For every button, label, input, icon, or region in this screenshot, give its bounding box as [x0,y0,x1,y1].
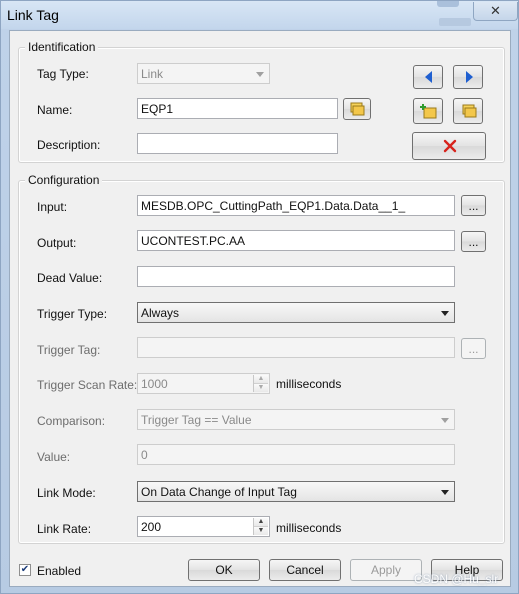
chevron-down-icon [441,418,449,423]
trigger-scan-rate-label: Trigger Scan Rate: [37,378,138,392]
value-input: 0 [137,444,455,465]
trigger-type-dropdown[interactable]: Always [137,302,455,323]
apply-button: Apply [350,559,422,581]
input-label: Input: [37,200,68,214]
trigger-scan-rate-value: 1000 [141,377,168,391]
link-rate-unit: milliseconds [276,521,342,535]
link-tag-window: Link Tag ✕ Identification Tag Type: Link… [0,0,519,594]
enabled-checkbox[interactable]: ✔ [19,564,31,576]
check-icon: ✔ [20,564,30,575]
background-window-edge [437,1,459,7]
name-browse-button[interactable] [343,98,371,120]
input-browse-button[interactable]: ... [461,195,486,216]
output-tag-value: UCONTEST.PC.AA [141,234,246,248]
new-tag-button[interactable] [413,98,443,124]
tag-type-dropdown: Link [137,63,270,84]
tag-type-value: Link [141,67,164,81]
comparison-dropdown: Trigger Tag == Value [137,409,455,430]
comparison-value: Trigger Tag == Value [141,413,252,427]
spinner-up-icon: ▲ [254,375,268,384]
link-rate-value: 200 [141,520,162,534]
input-tag-value: MESDB.OPC_CuttingPath_EQP1.Data.Data__1_ [141,199,406,213]
link-mode-label: Link Mode: [37,486,96,500]
link-rate-spinner[interactable]: 200 ▲ ▼ [137,516,270,537]
value-label: Value: [37,450,71,464]
name-input[interactable]: EQP1 [137,98,338,119]
spinner-down-icon[interactable]: ▼ [254,527,268,535]
description-input[interactable] [137,133,338,154]
tag-type-label: Tag Type: [37,67,89,81]
trigger-type-value: Always [141,306,180,320]
ellipsis-icon: ... [468,341,479,356]
background-window-edge [439,18,471,26]
next-tag-button[interactable] [453,65,483,89]
title-bar[interactable]: Link Tag ✕ [1,1,518,29]
link-mode-dropdown[interactable]: On Data Change of Input Tag [137,481,455,502]
dead-value-label: Dead Value: [37,271,103,285]
arrow-right-icon [466,71,473,83]
enabled-label[interactable]: Enabled [37,564,81,578]
chevron-down-icon [256,72,264,77]
comparison-label: Comparison: [37,414,106,428]
spinner-buttons: ▲ ▼ [253,375,268,392]
arrow-left-icon [425,71,432,83]
spinner-down-icon: ▼ [254,384,268,392]
ok-button-label: OK [215,563,233,577]
output-browse-button[interactable]: ... [461,231,486,252]
ellipsis-icon: ... [468,234,479,249]
chevron-down-icon [441,311,449,316]
link-mode-value: On Data Change of Input Tag [141,485,297,499]
close-button[interactable]: ✕ [473,2,518,21]
ok-button[interactable]: OK [188,559,260,581]
description-label: Description: [37,138,101,152]
trigger-scan-rate-spinner: 1000 ▲ ▼ [137,373,270,394]
dead-value-input[interactable] [137,266,455,287]
new-tag-icon [420,104,437,119]
input-tag-field[interactable]: MESDB.OPC_CuttingPath_EQP1.Data.Data__1_ [137,195,455,216]
trigger-scan-rate-unit: milliseconds [276,377,342,391]
link-rate-label: Link Rate: [37,522,92,536]
spinner-buttons[interactable]: ▲ ▼ [253,518,268,535]
browse-tags-button[interactable] [453,98,483,124]
delete-icon [443,139,457,153]
cancel-button[interactable]: Cancel [269,559,341,581]
value-value: 0 [141,448,148,462]
cancel-button-label: Cancel [286,563,324,577]
watermark-text: CSDN @Hu_slr [414,572,499,586]
delete-tag-button[interactable] [412,132,486,160]
output-label: Output: [37,236,77,250]
ellipsis-icon: ... [468,198,479,213]
configuration-group-title: Configuration [25,173,103,187]
trigger-tag-label: Trigger Tag: [37,343,101,357]
name-value: EQP1 [141,102,174,116]
tag-browse-icon [462,104,477,118]
trigger-type-label: Trigger Type: [37,307,108,321]
spinner-up-icon[interactable]: ▲ [254,518,268,527]
chevron-down-icon [441,490,449,495]
trigger-tag-field [137,337,455,358]
output-tag-field[interactable]: UCONTEST.PC.AA [137,230,455,251]
window-title: Link Tag [7,7,59,23]
dialog-client-area: Identification Tag Type: Link Name: EQP1… [9,30,511,587]
apply-button-label: Apply [370,563,402,577]
close-icon: ✕ [490,3,501,18]
name-label: Name: [37,103,73,117]
tag-browse-icon [350,102,365,116]
trigger-tag-browse-button: ... [461,338,486,359]
identification-group-title: Identification [25,40,99,54]
previous-tag-button[interactable] [413,65,443,89]
